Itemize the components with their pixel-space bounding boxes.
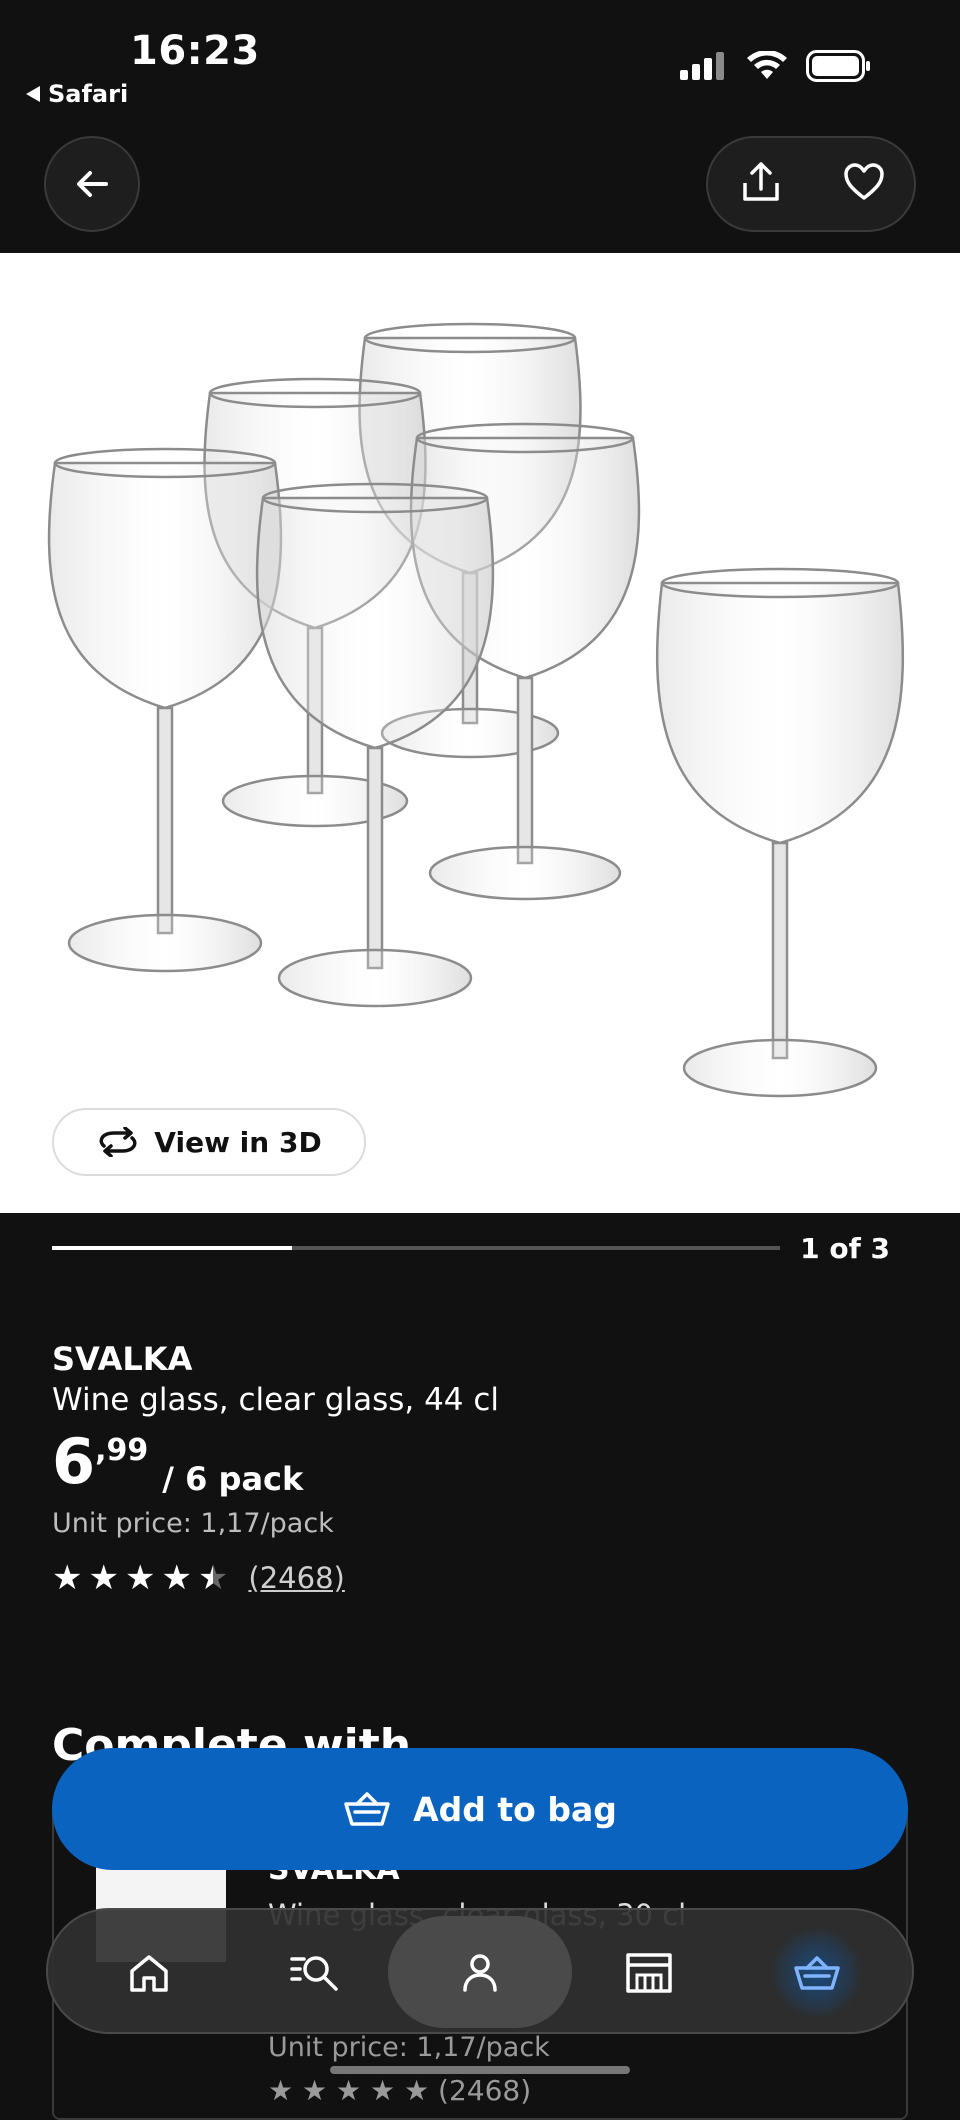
store-icon <box>626 1953 672 1993</box>
heart-icon <box>843 163 884 200</box>
price-integer: 6 <box>52 1425 96 1498</box>
product-rating[interactable]: ★ ★ ★ ★ ★ (2468) <box>52 1560 345 1596</box>
basket-icon <box>344 1792 390 1826</box>
top-actions <box>706 136 916 232</box>
share-button[interactable] <box>738 159 784 209</box>
rotate-3d-icon <box>99 1127 137 1157</box>
tab-home[interactable] <box>104 1928 194 2018</box>
status-time: 16:23 <box>130 28 260 74</box>
tab-basket[interactable] <box>772 1928 862 2018</box>
home-indicator <box>330 2066 630 2074</box>
basket-icon <box>794 1956 840 1990</box>
product-image[interactable] <box>0 253 960 1213</box>
price-unit: / 6 pack <box>162 1460 304 1498</box>
arrow-left-icon <box>77 171 108 197</box>
star-icon: ★ <box>52 1558 83 1598</box>
product-price: 6 ,99 / 6 pack <box>52 1425 304 1499</box>
home-icon <box>130 1955 168 1992</box>
add-to-bag-button[interactable]: Add to bag <box>52 1748 908 1870</box>
back-to-safari[interactable]: Safari <box>26 80 128 108</box>
add-to-bag-label: Add to bag <box>413 1789 617 1829</box>
gallery-progress-fill <box>52 1246 293 1250</box>
recommended-product-rating: ★ ★ ★ ★ ★ (2468) <box>268 2074 531 2107</box>
signal-icon <box>680 52 724 80</box>
back-triangle-icon <box>26 86 40 102</box>
tab-stores[interactable] <box>604 1928 694 2018</box>
share-icon <box>742 162 779 201</box>
view-in-3d-button[interactable]: View in 3D <box>52 1108 366 1176</box>
view-in-3d-label: View in 3D <box>154 1125 322 1159</box>
product-brand: SVALKA <box>52 1340 193 1378</box>
wifi-icon <box>747 51 787 79</box>
star-icon: ★ <box>88 1558 119 1598</box>
status-bar: 16:23 Safari <box>0 0 960 120</box>
price-decimal: ,99 <box>95 1433 149 1468</box>
favourite-button[interactable] <box>843 162 885 206</box>
tab-search[interactable] <box>270 1928 360 2018</box>
profile-icon <box>463 1954 497 1992</box>
status-icons <box>680 50 872 82</box>
star-icon: ★ <box>124 1558 156 1598</box>
gallery-progress <box>52 1246 780 1250</box>
review-count-link[interactable]: (2468) <box>248 1561 344 1595</box>
recommended-review-count: (2468) <box>438 2074 532 2107</box>
half-star-icon: ★ <box>197 1558 229 1598</box>
battery-icon <box>806 50 870 82</box>
product-description: Wine glass, clear glass, 44 cl <box>52 1382 500 1418</box>
wine-glasses-image <box>47 322 905 1098</box>
back-app-label: Safari <box>48 80 129 108</box>
tab-profile[interactable] <box>388 1916 572 2028</box>
unit-price: Unit price: 1,17/pack <box>52 1508 334 1539</box>
star-icon: ★ <box>161 1558 192 1598</box>
recommended-product-unit-price: Unit price: 1,17/pack <box>268 2032 550 2063</box>
star-icon: ★ ★ ★ ★ ★ <box>268 2074 430 2107</box>
gallery-page-indicator: 1 of 3 <box>800 1232 890 1265</box>
search-list-icon <box>290 1956 338 1991</box>
bottom-tab-bar <box>46 1908 914 2034</box>
back-button[interactable] <box>44 136 140 232</box>
